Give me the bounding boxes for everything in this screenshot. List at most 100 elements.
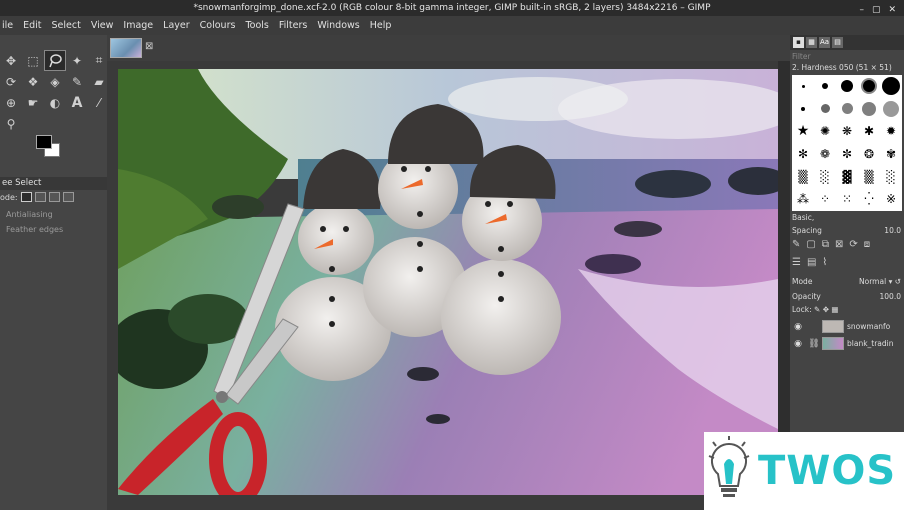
brushes-tab-icon[interactable]: ▪ [793,37,804,48]
spacing-value[interactable]: 10.0 [884,226,901,235]
brush-item[interactable]: ❂ [858,143,880,166]
brush-item[interactable]: ✻ [792,143,814,166]
brush-item[interactable]: ✺ [814,120,836,143]
menu-view[interactable]: View [86,20,119,31]
brush-item[interactable] [836,98,858,121]
patterns-tab-icon[interactable]: ▦ [806,37,817,48]
fuzzy-select-icon[interactable]: ✦ [66,50,88,71]
brush-item[interactable]: ❋ [836,120,858,143]
zoom-icon[interactable]: ⚲ [0,113,22,134]
menu-file[interactable]: ile [0,20,18,31]
brush-item[interactable] [814,98,836,121]
brush-item[interactable] [836,75,858,98]
image-tab-thumbnail[interactable] [110,38,142,58]
mode-value: Normal [859,277,887,286]
brush-item[interactable] [880,98,902,121]
layer-name: snowmanfo [847,322,891,331]
layer-thumbnail [822,320,844,333]
text-icon[interactable]: A [66,92,88,113]
new-brush-icon[interactable]: ▢ [806,239,815,250]
menu-filters[interactable]: Filters [274,20,312,31]
mode-intersect-button[interactable] [62,192,74,202]
brush-grid[interactable]: ★ ✺ ❋ ✱ ✹ ✻ ❁ ✼ ❂ ✾ ▒ ░ ▓ ▒ ░ ⁂ ⁘ ⁙ ⁛ ※ [792,75,902,211]
move-icon[interactable]: ✥ [0,50,22,71]
watermark-text: TWOS [758,448,897,494]
rect-select-icon[interactable]: ⬚ [22,50,44,71]
paint-bucket-icon[interactable]: ◈ [44,71,66,92]
brush-filter-input[interactable]: Filter [792,51,902,62]
menu-colours[interactable]: Colours [195,20,241,31]
brush-item[interactable]: ▓ [836,165,858,188]
mode-label: Mode [792,277,813,286]
brush-item[interactable] [792,75,814,98]
brush-item[interactable]: ▒ [792,165,814,188]
menu-select[interactable]: Select [47,20,86,31]
layer-row[interactable]: ◉ snowmanfo [790,318,904,335]
document-tab-icon[interactable]: ▤ [832,37,843,48]
eye-icon[interactable]: ◉ [790,339,806,349]
lock-pixels-icon[interactable]: ✎ [814,305,823,314]
clone-icon[interactable]: ⊕ [0,92,22,113]
brush-item[interactable]: ░ [880,165,902,188]
eye-icon[interactable]: ◉ [790,322,806,332]
mode-subtract-button[interactable] [48,192,60,202]
brush-item[interactable] [858,75,880,98]
menu-image[interactable]: Image [118,20,158,31]
mode-add-button[interactable] [34,192,46,202]
brush-item[interactable]: ※ [880,188,902,211]
brush-item[interactable]: ⁛ [858,188,880,211]
brush-item[interactable] [880,75,902,98]
pencil-icon[interactable]: ✎ [66,71,88,92]
feather-edges-option[interactable]: Feather edges [6,225,63,234]
mode-select[interactable]: Normal ▾ ↺ [859,277,901,286]
toolbox: ✥ ⬚ ✦ ⌗ ⟳ ❖ ◈ ✎ ▰ ⊕ ☛ ◐ A ⁄ ⚲ ee Select … [0,35,107,510]
brush-item[interactable]: ✱ [858,120,880,143]
layer-row[interactable]: ◉ ⛓ blank_tradin [790,335,904,352]
refresh-brushes-icon[interactable]: ⟳ [849,239,857,250]
brush-item[interactable]: ★ [792,120,814,143]
rotate-icon[interactable]: ⟳ [0,71,22,92]
brush-item[interactable]: ✹ [880,120,902,143]
brush-item[interactable] [858,98,880,121]
layers-tab-icon[interactable]: ☰ [792,257,801,268]
brush-menu-icon[interactable]: ⧈ [864,239,870,250]
delete-brush-icon[interactable]: ⊠ [835,239,843,250]
menu-tools[interactable]: Tools [240,20,273,31]
chain-icon[interactable]: ⛓ [806,339,822,349]
brush-item[interactable]: ❁ [814,143,836,166]
lasso-icon[interactable] [44,50,66,71]
edit-brush-icon[interactable]: ✎ [792,239,800,250]
brush-item[interactable] [792,98,814,121]
brush-item[interactable]: ✾ [880,143,902,166]
brush-name: 2. Hardness 050 (51 × 51) [792,63,892,72]
brush-item[interactable]: ▒ [858,165,880,188]
menu-help[interactable]: Help [365,20,397,31]
antialiasing-option[interactable]: Antialiasing [6,210,53,219]
paths-tab-icon[interactable]: ⌇ [822,257,827,268]
image-canvas[interactable] [118,69,778,495]
brush-item[interactable] [814,75,836,98]
brush-item[interactable]: ░ [814,165,836,188]
brush-item[interactable]: ⁙ [836,188,858,211]
mode-replace-button[interactable] [20,192,32,202]
close-icon[interactable]: ⊠ [145,41,153,52]
fonts-tab-icon[interactable]: Aa [819,37,830,48]
brush-actions: ✎ ▢ ⧉ ⊠ ⟳ ⧈ [792,239,870,250]
brush-item[interactable]: ⁂ [792,188,814,211]
brush-item[interactable]: ✼ [836,143,858,166]
smudge-icon[interactable]: ☛ [22,92,44,113]
menu-windows[interactable]: Windows [312,20,364,31]
window-title: *snowmanforgimp_done.xcf-2.0 (RGB colour… [193,3,711,13]
foreground-color-swatch[interactable] [36,135,52,149]
opacity-value[interactable]: 100.0 [880,292,901,301]
color-swatches[interactable] [36,135,66,161]
canvas-area[interactable] [107,61,790,510]
duplicate-brush-icon[interactable]: ⧉ [822,239,829,250]
channels-tab-icon[interactable]: ▤ [807,257,816,268]
menu-layer[interactable]: Layer [158,20,195,31]
lock-alpha-icon[interactable]: ▦ [831,305,838,314]
brush-item[interactable]: ⁘ [814,188,836,211]
dodge-icon[interactable]: ◐ [44,92,66,113]
menu-edit[interactable]: Edit [18,20,46,31]
warp-icon[interactable]: ❖ [22,71,44,92]
